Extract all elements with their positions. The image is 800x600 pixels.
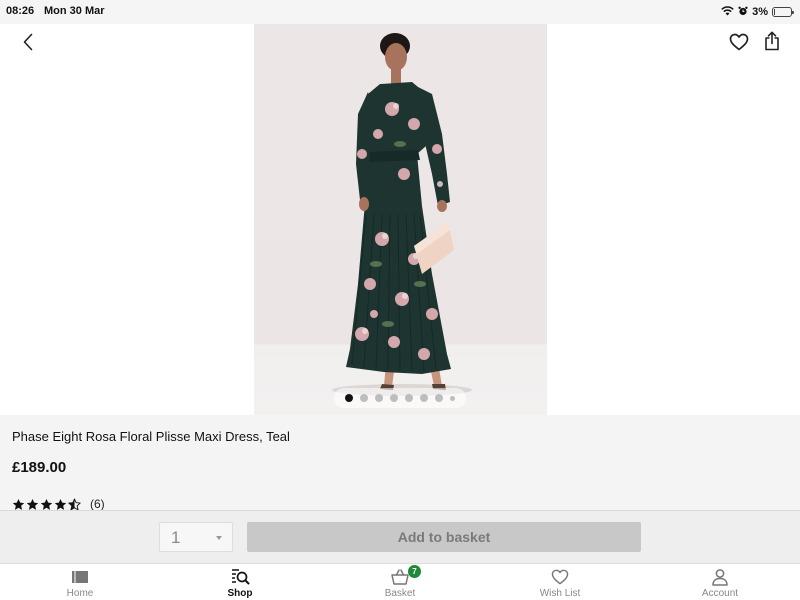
quantity-select[interactable]: 1 [159,522,233,552]
tab-bar: Home Shop 7 Basket Wish List Account [0,563,800,600]
basket-count-badge: 7 [408,565,421,578]
product-title: Phase Eight Rosa Floral Plisse Maxi Dres… [12,429,290,444]
tab-label: Account [701,588,739,599]
battery-level [774,9,775,15]
product-rating[interactable]: (6) [12,497,105,511]
carousel-dot[interactable] [450,395,455,401]
product-image[interactable] [254,24,547,415]
battery-percent: 3% [752,6,768,18]
tab-account[interactable]: Account [660,564,780,600]
quantity-value: 1 [171,528,181,547]
tab-label: Home [66,588,94,599]
star-full-icon [54,498,67,510]
carousel-dot[interactable] [375,394,383,402]
star-full-icon [26,498,39,510]
alarm-icon [738,3,748,21]
product-price: £189.00 [12,459,67,476]
status-date: Mon 30 Mar [44,5,105,17]
battery-icon [772,7,794,17]
star-full-icon [12,498,25,510]
product-details: Phase Eight Rosa Floral Plisse Maxi Dres… [0,415,800,511]
status-bar: 08:26 Mon 30 Mar 3% [0,0,800,24]
model-photo [332,33,472,396]
status-indicators: 3% [721,3,794,21]
tab-label: Wish List [539,588,581,599]
share-button[interactable] [760,28,784,54]
back-button[interactable] [14,30,42,54]
shop-search-icon [229,567,251,587]
tab-home[interactable]: Home [20,564,140,600]
tab-wish-list[interactable]: Wish List [500,564,620,600]
image-carousel-dots[interactable] [334,388,466,408]
carousel-dot[interactable] [405,394,413,402]
chevron-left-icon [23,33,33,51]
heart-outline-icon [549,567,571,587]
carousel-dot[interactable] [390,394,398,402]
heart-outline-icon [729,33,749,51]
wishlist-button[interactable] [726,30,752,54]
tab-label: Basket [384,588,416,599]
caret-down-icon [216,536,222,540]
review-count: (6) [90,497,105,511]
person-icon [709,567,731,587]
carousel-dot[interactable] [360,394,368,402]
add-to-basket-bar: 1 Add to basket [0,510,800,564]
carousel-dot[interactable] [435,394,443,402]
tab-shop[interactable]: Shop [180,564,300,600]
tab-basket[interactable]: 7 Basket [340,564,460,600]
star-half-icon [68,498,81,510]
add-to-basket-button[interactable]: Add to basket [247,522,641,552]
home-icon [69,567,91,587]
star-full-icon [40,498,53,510]
wifi-icon [721,3,734,21]
carousel-dot[interactable] [345,394,353,402]
status-time: 08:26 [6,5,35,17]
carousel-dot[interactable] [420,394,428,402]
share-icon [765,31,779,51]
tab-label: Shop [227,588,253,599]
